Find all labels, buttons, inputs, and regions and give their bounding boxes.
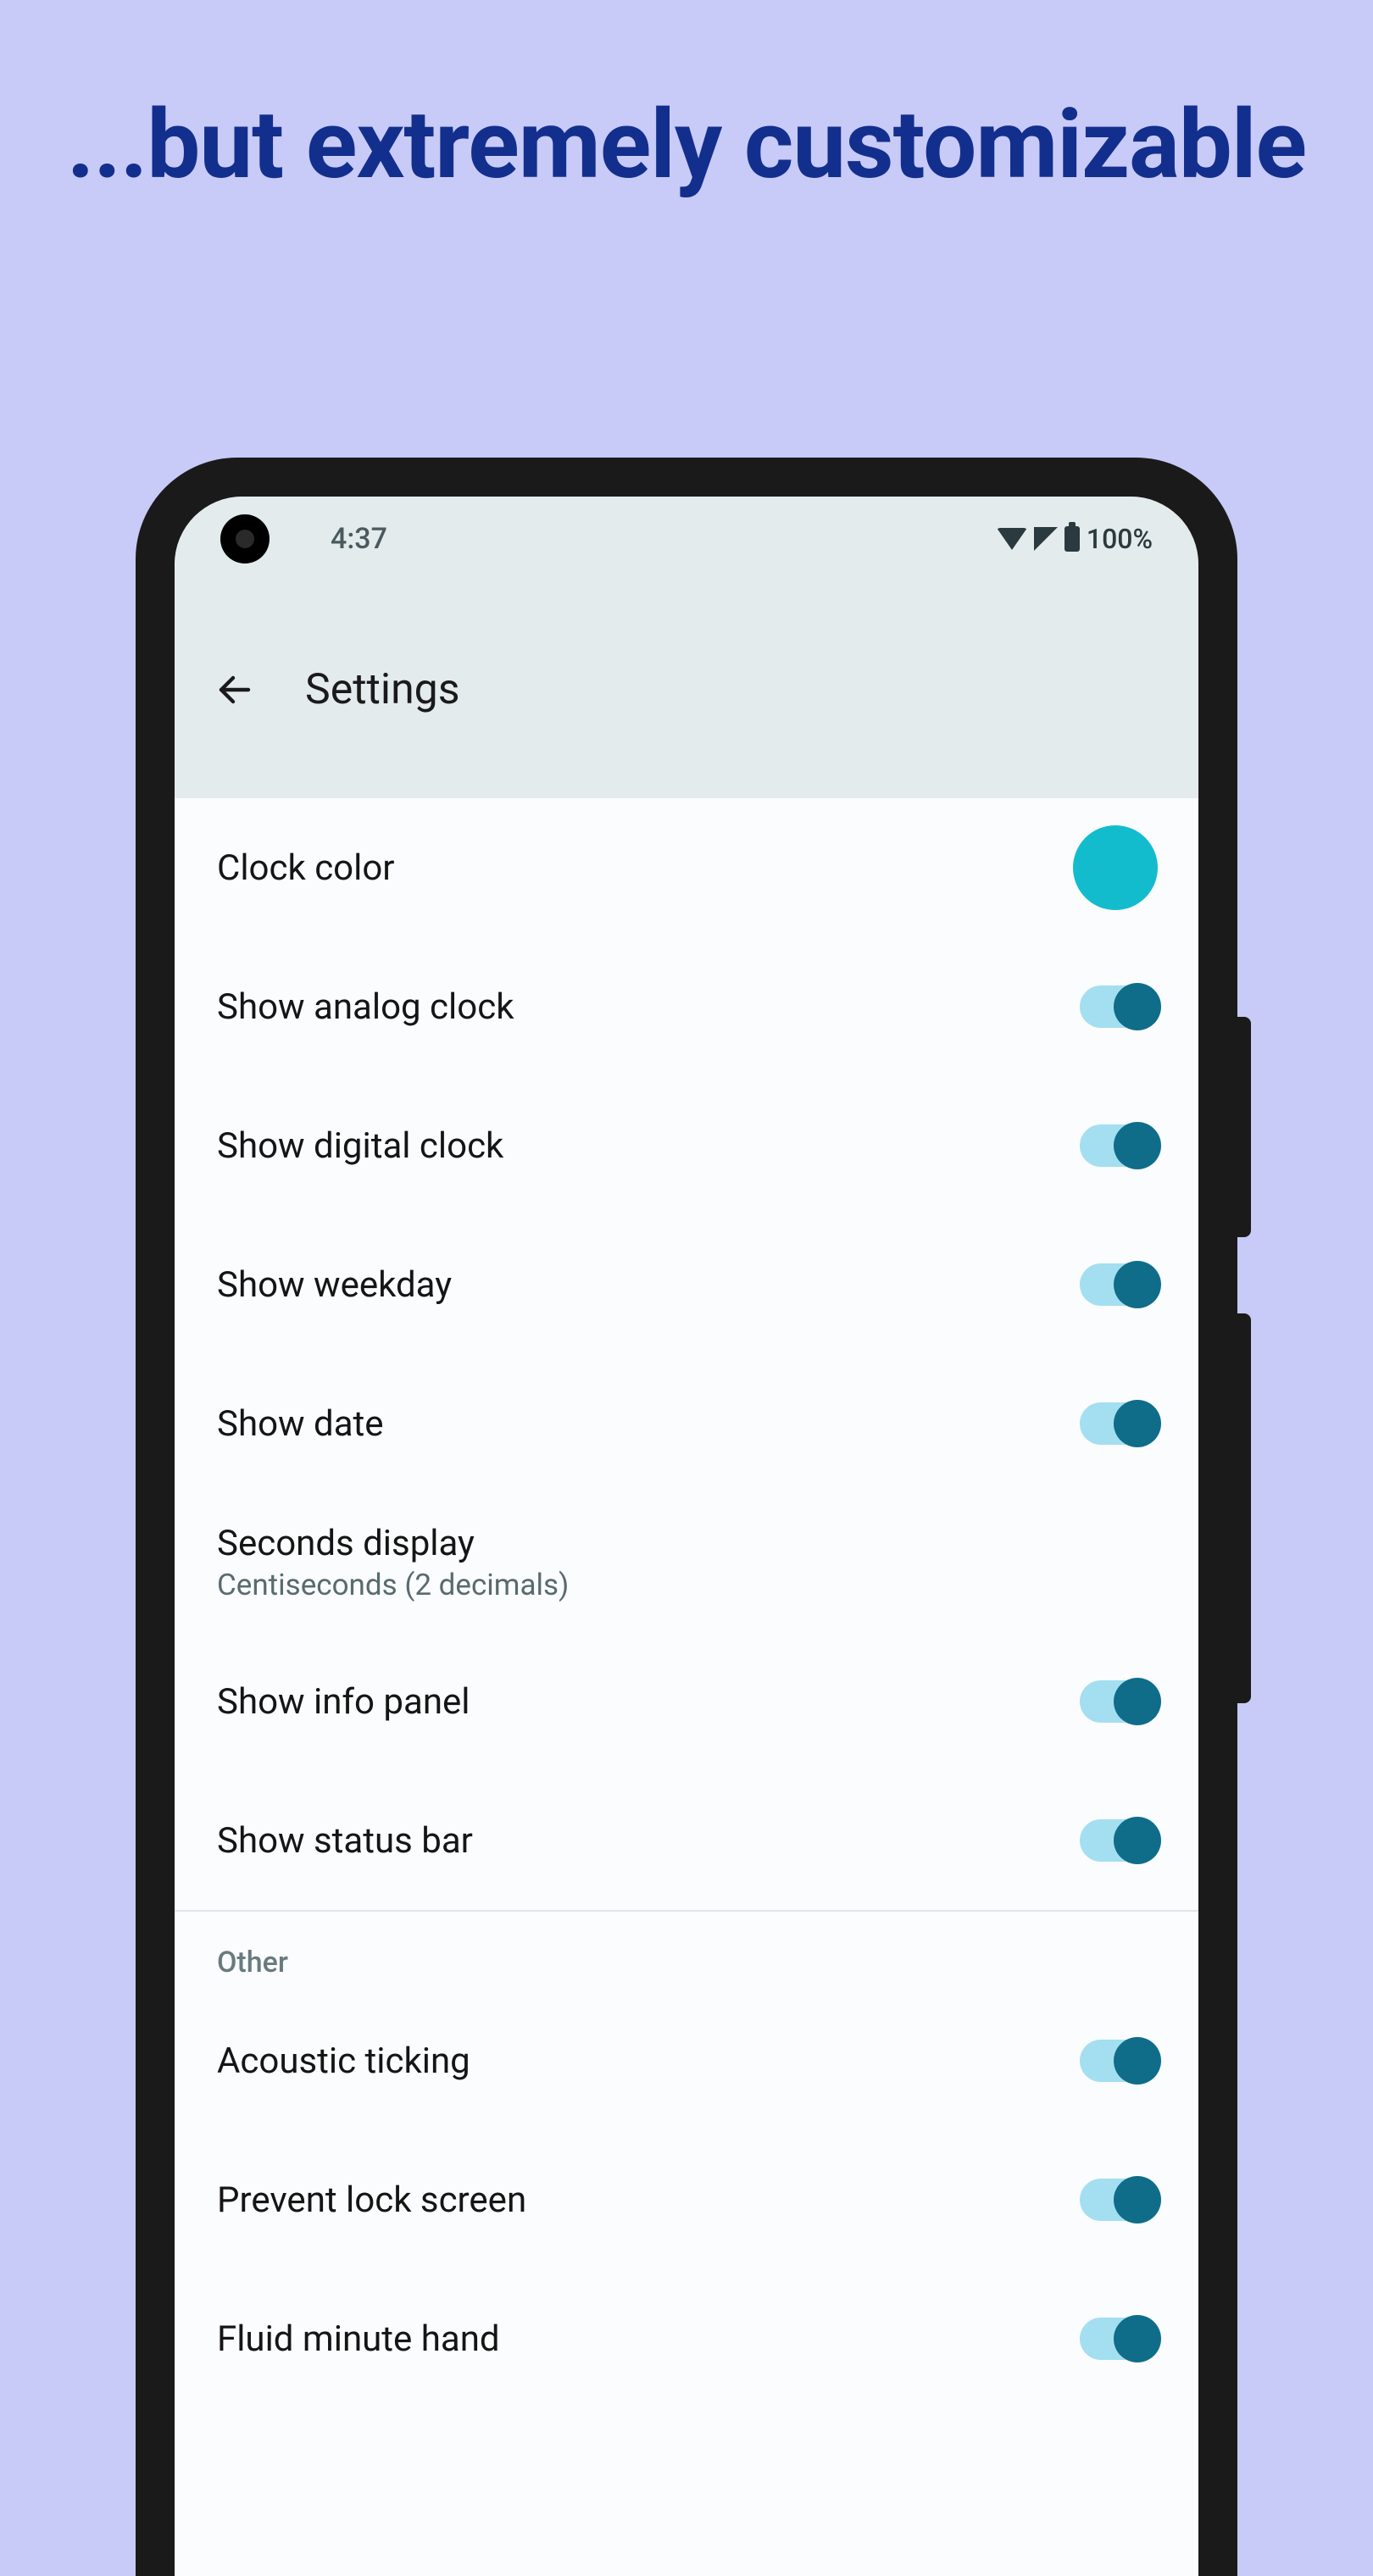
toggle-switch[interactable] [1080,1819,1158,1862]
toggle-switch[interactable] [1080,985,1158,1028]
marketing-headline: ...but extremely customizable [0,0,1373,201]
toggle-switch[interactable] [1080,1124,1158,1167]
setting-fluid-minute-hand[interactable]: Fluid minute hand [175,2269,1198,2408]
setting-show-info-panel[interactable]: Show info panel [175,1632,1198,1771]
battery-percentage: 100% [1087,523,1153,555]
setting-show-status-bar[interactable]: Show status bar [175,1771,1198,1910]
status-right: 100% [997,523,1153,555]
wifi-icon [997,528,1027,550]
setting-label: Clock color [217,847,395,889]
setting-seconds-display[interactable]: Seconds display Centiseconds (2 decimals… [175,1493,1198,1632]
setting-acoustic-ticking[interactable]: Acoustic ticking [175,1991,1198,2130]
cell-signal-icon [1034,527,1058,551]
phone-frame: 4:37 100% Settings Clock color [136,458,1237,2576]
toggle-switch[interactable] [1080,2040,1158,2082]
toggle-switch[interactable] [1080,1680,1158,1723]
setting-subtext: Centiseconds (2 decimals) [217,1568,569,1602]
toggle-switch[interactable] [1080,2318,1158,2360]
setting-label: Show analog clock [217,986,514,1028]
camera-hole [220,514,270,564]
phone-screen: 4:37 100% Settings Clock color [175,497,1198,2576]
section-header-other: Other [175,1912,1198,1991]
setting-label: Show date [217,1403,384,1445]
setting-label: Show weekday [217,1264,452,1306]
status-bar: 4:37 100% [175,497,1198,581]
settings-list[interactable]: Clock color Show analog clock Show digit… [175,798,1198,2408]
setting-clock-color[interactable]: Clock color [175,798,1198,937]
battery-icon [1064,526,1080,552]
phone-side-button [1237,1313,1251,1703]
setting-label: Seconds display [217,1523,569,1564]
toggle-switch[interactable] [1080,1402,1158,1445]
setting-show-digital-clock[interactable]: Show digital clock [175,1076,1198,1215]
app-bar: Settings [175,581,1198,798]
setting-label: Show digital clock [217,1125,503,1167]
setting-show-weekday[interactable]: Show weekday [175,1215,1198,1354]
setting-label: Acoustic ticking [217,2040,470,2082]
setting-label: Show status bar [217,1820,473,1862]
setting-show-analog-clock[interactable]: Show analog clock [175,937,1198,1076]
setting-label: Fluid minute hand [217,2318,500,2360]
toggle-switch[interactable] [1080,1263,1158,1306]
setting-label: Show info panel [217,1681,470,1723]
color-swatch[interactable] [1073,825,1158,910]
toggle-switch[interactable] [1080,2179,1158,2221]
back-arrow-icon[interactable] [212,667,258,713]
page-title: Settings [305,665,460,714]
setting-label: Prevent lock screen [217,2179,526,2221]
setting-prevent-lock-screen[interactable]: Prevent lock screen [175,2130,1198,2269]
setting-show-date[interactable]: Show date [175,1354,1198,1493]
status-time: 4:37 [331,522,387,556]
phone-side-button [1237,1017,1251,1237]
